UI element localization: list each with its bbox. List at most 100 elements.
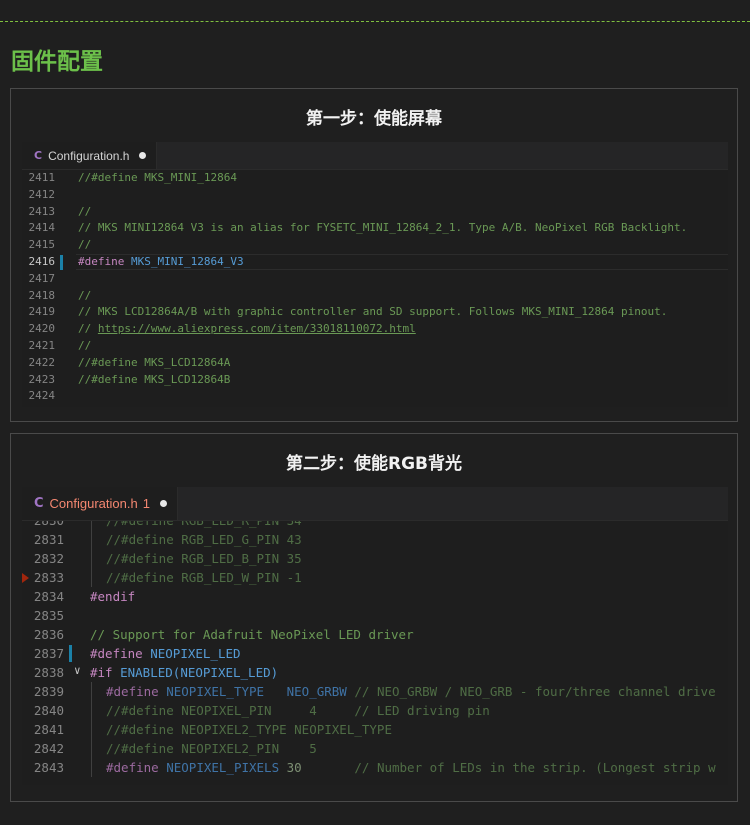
code-line[interactable]: 2413 // bbox=[22, 204, 728, 221]
line-number: 2412 bbox=[28, 187, 56, 201]
comment-text: // Support for Adafruit NeoPixel LED dri… bbox=[90, 627, 414, 642]
code-line[interactable]: 2415 // bbox=[22, 237, 728, 254]
code-text: // MKS MINI12864 V3 is an alias for FYSE… bbox=[78, 220, 687, 237]
code-line[interactable]: 2416 #define MKS_MINI_12864_V3 bbox=[22, 254, 728, 271]
code-line[interactable]: 2420 // https://www.aliexpress.com/item/3… bbox=[22, 321, 728, 338]
preprocessor-keyword: #define bbox=[106, 684, 159, 699]
code-text: #define NEOPIXEL_TYPE NEO_GRBW // NEO_GR… bbox=[106, 682, 716, 701]
comment-text: //#define MKS_LCD12864B bbox=[78, 372, 231, 386]
unsaved-dot-icon[interactable] bbox=[139, 152, 147, 159]
comment-text: // Number of LEDs in the strip. (Longest… bbox=[301, 760, 716, 775]
code-line[interactable]: 2839 #define NEOPIXEL_TYPE NEO_GRBW // NE… bbox=[22, 682, 728, 701]
line-number: 2843 bbox=[33, 760, 64, 775]
step1-file-tab[interactable]: C Configuration.h bbox=[22, 142, 158, 169]
line-number: 2420 bbox=[28, 322, 56, 336]
comment-text: // bbox=[78, 204, 92, 218]
page-title: 固件配置 bbox=[11, 49, 103, 75]
step1-editor-tabbar: C Configuration.h bbox=[22, 142, 728, 170]
code-line[interactable]: 2832 //#define RGB_LED_B_PIN 35 bbox=[22, 549, 728, 568]
line-number: 2424 bbox=[28, 389, 56, 403]
code-line[interactable]: 2423 //#define MKS_LCD12864B bbox=[22, 372, 728, 389]
code-line[interactable]: 2838 #if ENABLED(NEOPIXEL_LED) bbox=[22, 663, 728, 682]
code-line[interactable]: 2834 #endif bbox=[22, 587, 728, 606]
code-text: #define NEOPIXEL_PIXELS 30 // Number of … bbox=[106, 758, 716, 777]
comment-text: //#define MKS_LCD12864A bbox=[78, 355, 231, 369]
code-line[interactable]: 2417 bbox=[22, 271, 728, 288]
line-number: 2834 bbox=[33, 589, 64, 604]
code-line[interactable]: 2421 // bbox=[22, 338, 728, 355]
condition-expression: ENABLED(NEOPIXEL_LED) bbox=[120, 665, 279, 680]
macro-name: NEOPIXEL_TYPE NEO_GRBW bbox=[166, 684, 347, 699]
preprocessor-keyword: #define bbox=[90, 646, 143, 661]
code-line[interactable]: 2836 // Support for Adafruit NeoPixel LED… bbox=[22, 625, 728, 644]
code-line[interactable]: 2412 bbox=[22, 187, 728, 204]
code-text: // Support for Adafruit NeoPixel LED dri… bbox=[90, 625, 414, 644]
code-text: // MKS LCD12864A/B with graphic controll… bbox=[78, 304, 667, 321]
code-line[interactable]: 2840 //#define NEOPIXEL_PIN 4 // LED driv… bbox=[22, 701, 728, 720]
problem-count-badge: 1 bbox=[142, 496, 150, 511]
preprocessor-keyword: #if bbox=[90, 665, 113, 680]
line-number: 2411 bbox=[28, 171, 56, 184]
code-text: // bbox=[78, 288, 91, 305]
macro-name: NEOPIXEL_PIXELS bbox=[166, 760, 280, 775]
code-text: //#define NEOPIXEL2_PIN 5 bbox=[106, 739, 317, 758]
code-line[interactable]: 2418 // bbox=[22, 288, 728, 305]
step2-title: 第二步：使能RGB背光 bbox=[285, 454, 462, 474]
step1-title: 第一步：使能屏幕 bbox=[306, 109, 442, 129]
code-line[interactable]: 2422 //#define MKS_LCD12864A bbox=[22, 355, 728, 372]
step1-panel: 第一步：使能屏幕 C Configuration.h 2411 //#define… bbox=[10, 88, 738, 422]
code-line[interactable]: 2831 //#define RGB_LED_G_PIN 43 bbox=[22, 530, 728, 549]
code-line[interactable]: 2830 //#define RGB_LED_R_PIN 34 bbox=[22, 521, 728, 530]
comment-link[interactable]: https://www.aliexpress.com/item/33018110… bbox=[98, 322, 416, 335]
macro-name: NEOPIXEL_LED bbox=[150, 646, 241, 661]
code-line[interactable]: 2411 //#define MKS_MINI_12864 bbox=[22, 170, 728, 187]
line-number: 2417 bbox=[28, 271, 56, 285]
code-text: // https://www.aliexpress.com/item/33018… bbox=[78, 321, 416, 338]
step2-file-tab[interactable]: C Configuration.h 1 bbox=[22, 487, 178, 520]
comment-text: //#define MKS_MINI_12864 bbox=[78, 171, 237, 184]
comment-text: // bbox=[78, 322, 98, 336]
code-line[interactable]: 2837 #define NEOPIXEL_LED bbox=[22, 644, 728, 663]
comment-text: //#define RGB_LED_B_PIN 35 bbox=[106, 551, 302, 566]
line-number: 2835 bbox=[33, 608, 64, 623]
code-line[interactable]: 2843 #define NEOPIXEL_PIXELS 30 // Number… bbox=[22, 758, 728, 777]
comment-text: // bbox=[78, 339, 92, 352]
code-text: // bbox=[78, 405, 91, 407]
step2-editor-tabbar: C Configuration.h 1 bbox=[22, 487, 728, 521]
code-line[interactable]: 2424 bbox=[22, 388, 728, 405]
step1-code-editor[interactable]: 2411//#define MKS_MINI_12864 2412 2413//24… bbox=[22, 170, 728, 407]
comment-text: // bbox=[78, 238, 92, 252]
comment-text: //#define RGB_LED_R_PIN 34 bbox=[106, 521, 302, 528]
line-number: 2414 bbox=[28, 221, 56, 235]
comment-text: // MKS MINI12864 V3 is an alias for FYSE… bbox=[78, 221, 688, 235]
code-line[interactable]: 2835 bbox=[22, 606, 728, 625]
code-text: #endif bbox=[90, 587, 135, 606]
code-text: //#define NEOPIXEL_PIN 4 // LED driving … bbox=[106, 701, 490, 720]
line-number: 2833 bbox=[33, 570, 64, 585]
code-line[interactable]: 2841 //#define NEOPIXEL2_TYPE NEOPIXEL_TY… bbox=[22, 720, 728, 739]
code-text: #if ENABLED(NEOPIXEL_LED) bbox=[90, 663, 278, 682]
line-number: 2422 bbox=[28, 355, 56, 369]
comment-text: // bbox=[78, 288, 92, 302]
comment-text: //#define NEOPIXEL2_PIN 5 bbox=[106, 741, 317, 756]
code-text: //#define RGB_LED_R_PIN 34 bbox=[106, 521, 302, 530]
code-text: //#define MKS_MINI_12864 bbox=[78, 170, 237, 187]
code-line[interactable]: 2419 // MKS LCD12864A/B with graphic cont… bbox=[22, 304, 728, 321]
line-number: 2831 bbox=[33, 532, 64, 547]
line-number: 2415 bbox=[28, 238, 56, 252]
code-line[interactable]: 2414 // MKS MINI12864 V3 is an alias for … bbox=[22, 220, 728, 237]
top-divider bbox=[0, 21, 750, 22]
line-number: 2841 bbox=[33, 722, 64, 737]
code-text: // bbox=[78, 338, 91, 355]
line-number: 2838 bbox=[33, 665, 64, 680]
code-line[interactable]: 2833 //#define RGB_LED_W_PIN -1 bbox=[22, 568, 728, 587]
code-line[interactable]: // bbox=[22, 405, 728, 407]
step2-code-editor[interactable]: 2830 //#define RGB_LED_R_PIN 34 2831 //#def… bbox=[22, 521, 728, 785]
step2-panel: 第二步：使能RGB背光 C Configuration.h 1 2830 //#d… bbox=[10, 433, 738, 802]
unsaved-dot-icon[interactable] bbox=[159, 500, 167, 507]
code-line[interactable]: 2842 //#define NEOPIXEL2_PIN 5 bbox=[22, 739, 728, 758]
comment-text: //#define RGB_LED_G_PIN 43 bbox=[106, 532, 302, 547]
line-number: 2839 bbox=[33, 684, 64, 699]
comment-text: //#define NEOPIXEL2_TYPE NEOPIXEL_TYPE bbox=[106, 722, 392, 737]
code-text: //#define RGB_LED_B_PIN 35 bbox=[106, 549, 302, 568]
